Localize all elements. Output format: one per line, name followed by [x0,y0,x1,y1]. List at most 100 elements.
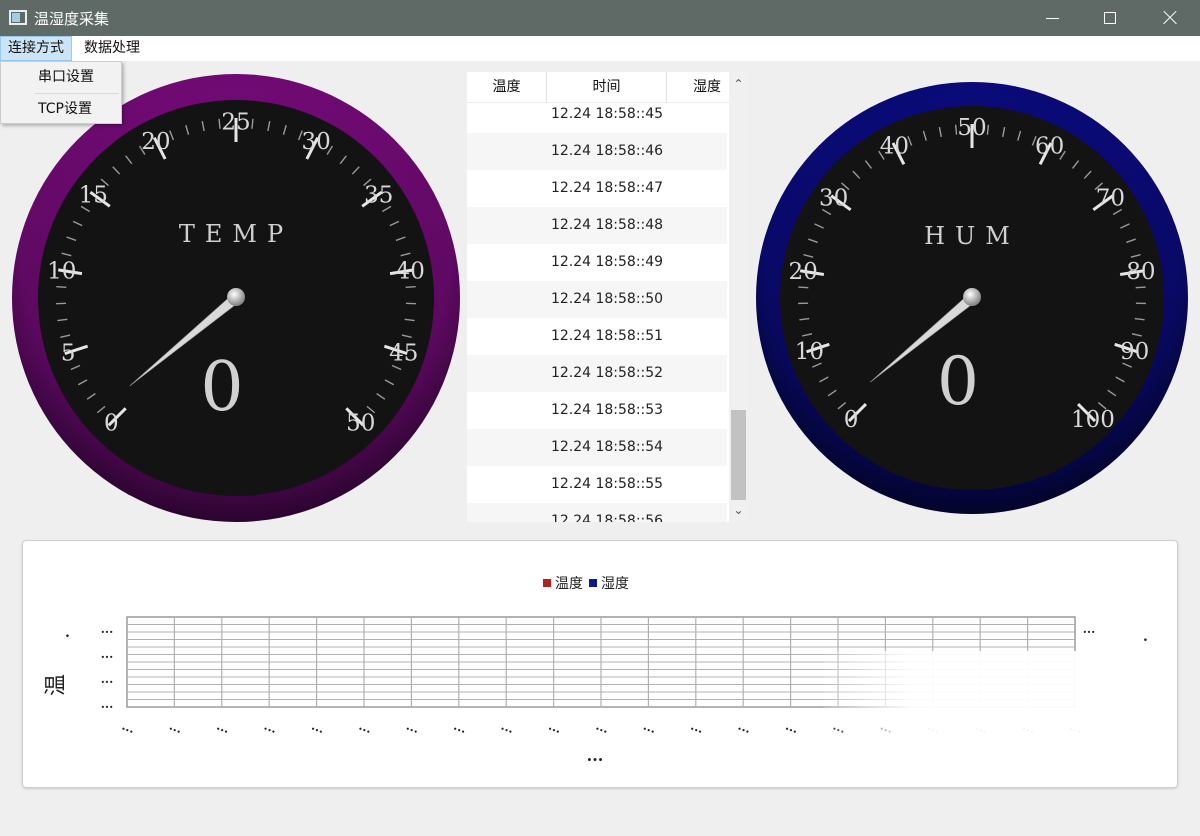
gauge-tick-label: 60 [1035,134,1064,160]
temperature-cell [467,318,547,355]
table-row[interactable]: 12.24 18:58::54 [467,429,727,466]
table-row[interactable]: 12.24 18:58::55 [467,466,727,503]
chart-x-tick-label: ... [641,719,658,736]
table-row[interactable]: 12.24 18:58::47 [467,170,727,207]
humidity-cell [667,281,727,318]
gauge-tick-label: 50 [957,115,986,141]
humidity-cell [667,466,727,503]
temperature-cell [467,207,547,244]
title-bar[interactable]: 温湿度采集 [0,0,1200,36]
chart-blurred-region [823,651,1177,787]
minimize-icon [1045,17,1059,19]
column-header-time[interactable]: 时间 [547,72,667,103]
chart-right-y-tick-label: ... [1083,622,1096,636]
gauge-tick-label: 50 [346,411,375,437]
scroll-down-icon[interactable]: ⌄ [729,500,748,520]
app-icon [9,10,27,25]
humidity-cell [667,503,727,522]
gauge-minor-tick [218,118,221,129]
time-cell: 12.24 18:58::49 [550,254,664,270]
hum-gauge-value: 0 [937,343,979,420]
gauge-tick-label: 80 [1126,259,1155,285]
time-cell: 12.24 18:58::53 [550,402,664,418]
humidity-cell [667,318,727,355]
humidity-cell [667,355,727,392]
gauge-tick-label: 10 [795,339,824,365]
time-cell: 12.24 18:58::56 [550,513,664,522]
close-icon [1163,11,1177,25]
table-row[interactable]: 12.24 18:58::53 [467,392,727,429]
chart-x-tick-label: ... [452,719,469,736]
humidity-cell [667,207,727,244]
scroll-thumb[interactable] [731,410,746,500]
menu-data-processing[interactable]: 数据处理 [77,36,147,61]
hum-gauge-label: HUM [924,222,1020,250]
menu-connect[interactable]: 连接方式 [0,36,72,61]
humidity-gauge: 0 10 20 30 40 50 60 70 80 90 100 HUM 0 [756,82,1188,514]
chart-x-tick-label: ... [594,719,611,736]
temperature-cell [467,244,547,281]
humidity-cell [667,392,727,429]
chart-x-tick-label: ... [499,719,516,736]
table-row[interactable]: 12.24 18:58::52 [467,355,727,392]
table-row[interactable]: 12.24 18:58::49 [467,244,727,281]
gauge-minor-tick [1135,286,1146,289]
chart-x-tick-label: ... [262,719,279,736]
menu-item-tcp-settings[interactable]: TCP设置 [2,95,120,124]
minimize-button[interactable] [1022,0,1082,36]
maximize-button[interactable] [1080,0,1140,36]
scroll-up-icon[interactable]: ⌃ [729,74,748,94]
chart-x-tick-label: ... [120,719,137,736]
table-body: 12.24 18:58::45 12.24 18:58::46 12.24 18:5… [467,96,727,522]
humidity-cell [667,244,727,281]
app-window: 温湿度采集 连接方式 数据处理 串口设置 TCP设置 0 5 10 15 20 … [0,0,1200,836]
time-cell: 12.24 18:58::51 [550,328,664,344]
gauge-tick-label: 20 [141,129,170,155]
gauge-tick-label: 5 [61,341,76,367]
chart-x-tick-label: ... [310,719,327,736]
chart-y-tick-label: ... [101,647,114,661]
gauge-tick-label: 45 [389,341,418,367]
menu-bar: 连接方式 数据处理 [0,36,1200,61]
gauge-minor-tick [56,285,67,289]
temperature-cell [467,281,547,318]
temperature-cell [467,133,547,170]
table-row[interactable]: 12.24 18:58::50 [467,281,727,318]
connect-dropdown: 串口设置 TCP设置 [0,61,122,124]
gauge-tick-label: 90 [1120,339,1149,365]
menu-item-serial-settings[interactable]: 串口设置 [2,63,120,92]
gauge-tick-label: 30 [819,185,848,211]
chart-x-tick-label: ... [357,719,374,736]
temperature-gauge: 0 5 10 15 20 25 30 35 40 45 50 TEMP 0 [12,74,460,522]
time-cell: 12.24 18:58::52 [550,365,664,381]
column-header-temperature[interactable]: 温度 [467,72,547,103]
humidity-cell [667,133,727,170]
chart-x-tick-label: ... [736,719,753,736]
gauge-tick-label: 0 [844,407,859,433]
temperature-cell [467,466,547,503]
gauge-minor-tick [251,118,254,129]
time-cell: 12.24 18:58::50 [550,291,664,307]
gauge-tick-label: 0 [104,411,119,437]
menu-separator [35,93,119,94]
table-row[interactable]: 12.24 18:58::51 [467,318,727,355]
humidity-cell [667,429,727,466]
gauge-tick-label: 100 [1071,407,1115,433]
window-title: 温湿度采集 [34,10,110,28]
data-table[interactable]: 温度 时间 湿度 12.24 18:58::45 12.24 18:58::46 1… [467,72,748,522]
gauge-tick-label: 10 [47,258,76,284]
temperature-cell [467,355,547,392]
gauge-tick-label: 35 [364,182,393,208]
gauge-tick-label: 70 [1096,185,1125,211]
chart-y-tick-label: ... [101,672,114,686]
close-button[interactable] [1140,0,1200,36]
gauge-tick-label: 30 [301,129,330,155]
table-scrollbar[interactable]: ⌃ ⌄ [729,72,748,522]
table-row[interactable]: 12.24 18:58::46 [467,133,727,170]
chart-x-tick-label: ... [689,719,706,736]
chart-x-tick-label: ... [547,719,564,736]
time-cell: 12.24 18:58::48 [550,217,664,233]
table-row[interactable]: 12.24 18:58::56 [467,503,727,522]
chart-left-marker: . [65,625,70,641]
table-row[interactable]: 12.24 18:58::48 [467,207,727,244]
